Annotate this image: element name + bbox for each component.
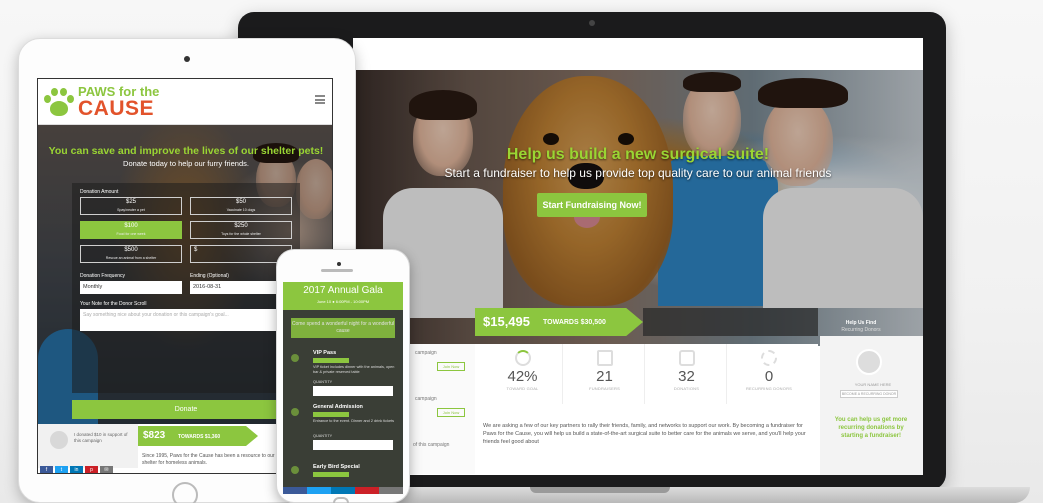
ticket-price-bar	[313, 358, 349, 363]
stat-label: TOWARD GOAL	[506, 386, 539, 391]
stat-value: 42%	[507, 368, 538, 385]
progress-bar-track	[643, 308, 818, 336]
linkedin-icon[interactable]: in	[70, 466, 83, 473]
ticket-description: VIP ticket includes dinner with the anim…	[313, 365, 395, 374]
email-icon[interactable]	[379, 487, 403, 494]
frequency-label: Donation Frequency	[80, 273, 126, 279]
help-find-subtitle: Recurring Donors	[841, 327, 881, 333]
campaign-link[interactable]: campaign	[415, 350, 437, 356]
donor-note-textarea[interactable]: Say something nice about your donation o…	[80, 309, 292, 331]
quantity-input[interactable]	[313, 440, 393, 450]
phone-speaker	[321, 269, 353, 272]
hamburger-menu-bar	[315, 98, 325, 101]
stat-value: 32	[678, 368, 695, 385]
event-banner: Come spend a wonderful night for a wonde…	[291, 318, 395, 338]
ticket-title: Early Bird Special	[313, 464, 360, 470]
laptop-notch	[530, 487, 670, 493]
ticket-description: Entrance to the event. Dinner and 2 drin…	[313, 419, 395, 423]
campaign-description: We are asking a few of our key partners …	[483, 423, 806, 445]
donation-form: Donation Amount $25 Spay/neuter a pet $50…	[72, 183, 300, 393]
ticket-price-bar	[313, 412, 349, 417]
twitter-icon[interactable]	[307, 487, 331, 494]
donate-button[interactable]: Donate	[72, 400, 300, 419]
progress-ring-icon	[514, 350, 531, 366]
ticket-title: VIP Pass	[313, 350, 337, 356]
frequency-select[interactable]: Monthly	[80, 281, 182, 294]
campaign-link[interactable]: campaign	[415, 396, 437, 402]
ending-label: Ending (Optional)	[190, 273, 229, 279]
raised-amount: $15,495	[483, 314, 530, 329]
event-date: June 10 ● 6:00PM - 10:00PM	[316, 299, 370, 304]
laptop-camera	[589, 20, 595, 26]
supporter-text: I donated $10 in support of this campaig…	[74, 432, 128, 443]
ticket-icon	[291, 408, 299, 416]
campaign-link[interactable]: of this campaign	[413, 442, 449, 448]
hero-subtitle: Start a fundraiser to help us provide to…	[444, 166, 832, 180]
linkedin-icon[interactable]	[331, 487, 355, 494]
amount-option[interactable]: $500 Rescue an animal from a shelter	[80, 245, 182, 263]
phone-screen: 2017 Annual Gala June 10 ● 6:00PM - 10:0…	[283, 282, 403, 494]
ticket-title: General Admission	[313, 404, 363, 410]
pinterest-icon[interactable]: p	[85, 466, 98, 473]
quantity-input[interactable]	[313, 386, 393, 396]
donation-amount-label: Donation Amount	[80, 189, 119, 195]
quantity-label: QUANTITY	[313, 380, 333, 384]
donation-headline: You can save and improve the lives of ou…	[48, 145, 324, 157]
ticket-icon	[291, 466, 299, 474]
avatar	[856, 349, 882, 375]
stat-recurring: 0 RECURRING DONORS	[729, 344, 809, 404]
email-icon[interactable]: ✉	[100, 466, 113, 473]
amount-option-selected[interactable]: $100 Food for one week	[80, 221, 182, 239]
avatar	[50, 431, 68, 449]
facebook-icon[interactable]	[283, 487, 307, 494]
calendar-icon	[678, 350, 695, 366]
start-fundraising-button[interactable]: Start Fundraising Now!	[537, 193, 647, 217]
phone-home-button	[333, 497, 349, 503]
phone-camera	[337, 262, 341, 266]
note-label: Your Note for the Donor Scroll	[80, 301, 147, 307]
join-button[interactable]: Join Now	[437, 362, 465, 371]
stat-label: RECURRING DONORS	[745, 386, 793, 391]
logo-text-bottom: CAUSE	[78, 97, 155, 120]
facebook-icon[interactable]: f	[40, 466, 53, 473]
become-recurring-button[interactable]: BECOME A RECURRING DONOR	[840, 390, 898, 398]
goal-amount: $823	[143, 430, 166, 441]
stat-fundraisers: 21 FUNDRAISERS	[565, 344, 645, 404]
laptop-screen: Help us build a new surgical suite! Star…	[353, 38, 923, 475]
stat-value: 21	[596, 368, 613, 385]
ticket-icon	[291, 354, 299, 362]
recurring-cta-text: You can help us get more recurring donat…	[834, 417, 908, 439]
stat-label: FUNDRAISERS	[589, 386, 620, 391]
stat-value: 0	[764, 368, 774, 385]
join-button[interactable]: Join Now	[437, 408, 465, 417]
hero-title: Help us build a new surgical suite!	[506, 146, 770, 163]
quantity-label: QUANTITY	[313, 434, 333, 438]
help-find-title: Help Us Find	[845, 320, 877, 326]
event-title: 2017 Annual Gala	[303, 285, 383, 296]
raised-towards: TOWARDS $30,500	[543, 319, 606, 326]
amount-option[interactable]: $50 Vaccinate 10 dogs	[190, 197, 292, 215]
ticket-price-bar	[313, 472, 349, 477]
pinterest-icon[interactable]	[355, 487, 379, 494]
donation-subheadline: Donate today to help our furry friends.	[123, 159, 249, 168]
amount-option[interactable]: $25 Spay/neuter a pet	[80, 197, 182, 215]
paw-logo-icon	[42, 85, 76, 119]
donor-name: YOUR NAME HERE	[854, 382, 892, 387]
goal-towards: TOWARDS $1,360	[178, 434, 221, 440]
stat-label: DONATIONS	[673, 386, 700, 391]
stat-donations: 32 DONATIONS	[647, 344, 727, 404]
twitter-icon[interactable]: t	[55, 466, 68, 473]
megaphone-icon	[596, 350, 613, 366]
stat-goal: 42% TOWARD GOAL	[483, 344, 563, 404]
amount-option[interactable]: $250 Toys for the whole shelter	[190, 221, 292, 239]
tablet-home-button	[172, 482, 198, 503]
tablet-camera	[184, 56, 190, 62]
refresh-icon	[761, 350, 777, 366]
